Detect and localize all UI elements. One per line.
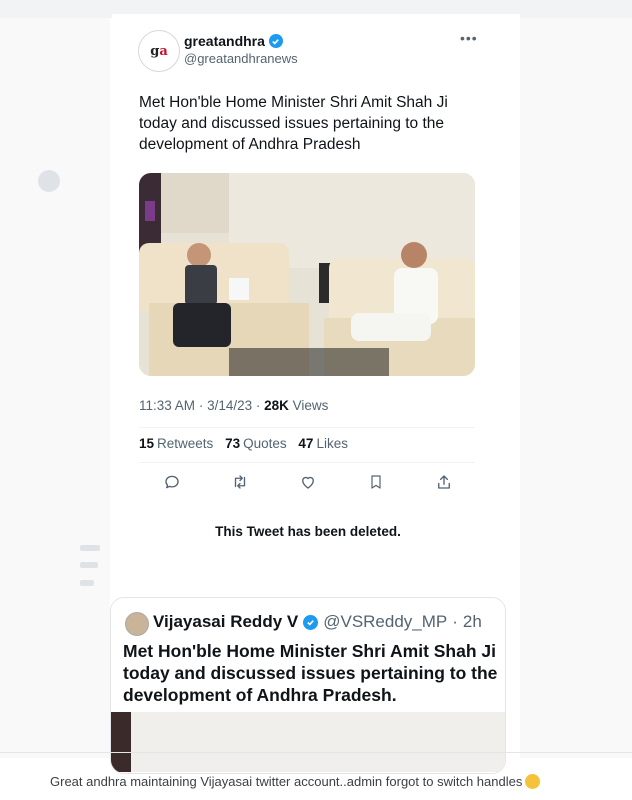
quoted-handle[interactable]: @VSReddy_MP — [323, 612, 447, 632]
tweet-actions — [160, 470, 456, 494]
more-icon[interactable]: ••• — [460, 30, 478, 46]
laughing-emoji-icon — [525, 774, 541, 789]
tweet-text: Met Hon'ble Home Minister Shri Amit Shah… — [139, 94, 448, 153]
quotes-count: 73 — [225, 436, 241, 451]
likes-label: Likes — [316, 436, 348, 451]
engagement-stats: 15 Retweets 73 Quotes 47 Likes — [139, 436, 348, 451]
bookmark-icon[interactable] — [364, 470, 388, 494]
retweet-icon[interactable] — [228, 470, 252, 494]
meta-separator: · — [255, 398, 265, 413]
verified-icon — [268, 34, 283, 48]
quoted-header: Vijayasai Reddy V @VSReddy_MP · 2h — [153, 612, 482, 632]
quoted-tweet[interactable]: Vijayasai Reddy V @VSReddy_MP · 2h Met Hon… — [110, 597, 506, 774]
profile-avatar[interactable]: ga — [138, 30, 180, 72]
quoted-age: 2h — [462, 612, 482, 631]
quoted-separator: · — [452, 612, 458, 631]
deleted-notice: This Tweet has been deleted. — [215, 524, 401, 539]
quoted-photo[interactable] — [111, 712, 505, 772]
background-left-panel — [0, 18, 110, 758]
caption-text: Great andhra maintaining Vijayasai twitt… — [50, 774, 523, 789]
retweets-label: Retweets — [157, 436, 214, 451]
tweet-photo[interactable] — [139, 173, 475, 376]
background-ghost-text — [80, 580, 94, 586]
tweet-date[interactable]: 3/14/23 — [207, 398, 252, 413]
quoted-name[interactable]: Vijayasai Reddy V — [153, 612, 298, 632]
verified-icon — [303, 614, 319, 630]
views-label: Views — [292, 398, 329, 413]
quoted-text: Met Hon'ble Home Minister Shri Amit Shah… — [123, 641, 498, 705]
post-caption: Great andhra maintaining Vijayasai twitt… — [50, 774, 541, 789]
likes-count: 47 — [298, 436, 314, 451]
quoted-photo-strip — [111, 712, 131, 772]
views-count: 28K — [264, 398, 289, 413]
quotes-stat[interactable]: 73 Quotes — [225, 436, 287, 451]
avatar-logo: ga — [150, 43, 168, 59]
share-icon[interactable] — [432, 470, 456, 494]
retweets-stat[interactable]: 15 Retweets — [139, 436, 213, 451]
account-name[interactable]: greatandhra — [184, 33, 265, 49]
divider — [139, 427, 475, 428]
quoted-avatar[interactable] — [125, 612, 149, 636]
retweets-count: 15 — [139, 436, 155, 451]
background-right-panel — [520, 18, 632, 758]
meta-separator: · — [198, 398, 208, 413]
like-icon[interactable] — [296, 470, 320, 494]
account-handle[interactable]: @greatandhranews — [184, 51, 298, 66]
quotes-label: Quotes — [243, 436, 287, 451]
account-name-row[interactable]: greatandhra — [184, 33, 283, 49]
background-ghost-text — [80, 562, 98, 568]
background-ghost-icon — [38, 170, 60, 192]
caption-divider — [0, 752, 632, 753]
tweet-time[interactable]: 11:33 AM — [139, 398, 195, 413]
divider — [139, 462, 475, 463]
background-ghost-text — [80, 545, 100, 551]
likes-stat[interactable]: 47 Likes — [298, 436, 348, 451]
tweet-meta: 11:33 AM · 3/14/23 · 28K Views — [139, 398, 328, 413]
reply-icon[interactable] — [160, 470, 184, 494]
meeting-photo-illustration — [139, 173, 475, 376]
